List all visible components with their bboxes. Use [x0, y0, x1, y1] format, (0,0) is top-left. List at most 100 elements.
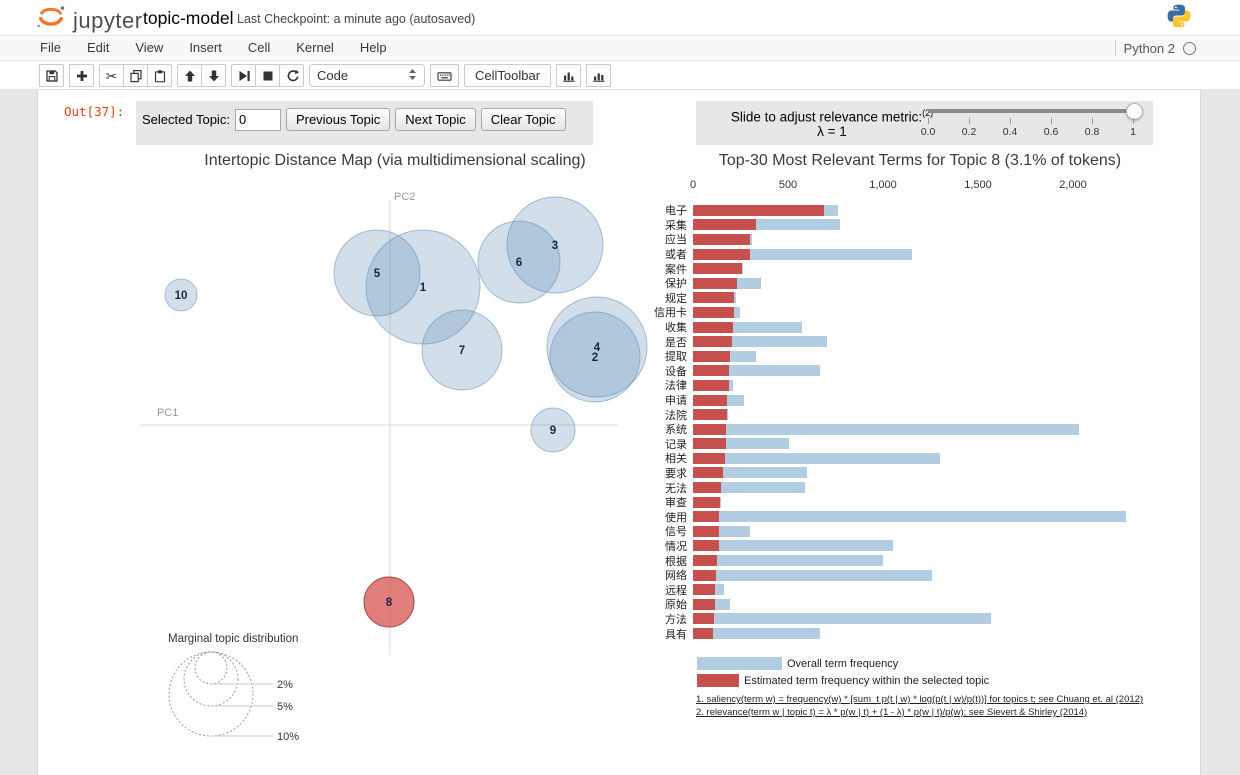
term-label[interactable]: 保护 [640, 275, 693, 291]
term-row[interactable]: 采集 [640, 218, 1160, 233]
cut-cell-button[interactable]: ✂ [99, 64, 124, 87]
celltoolbar-button[interactable]: CellToolbar [464, 64, 551, 87]
topic-frequency-bar[interactable] [693, 263, 742, 274]
nbextension-chart-button-1[interactable] [556, 64, 581, 87]
term-label[interactable]: 具有 [640, 626, 693, 642]
term-label[interactable]: 是否 [640, 334, 693, 350]
next-topic-button[interactable]: Next Topic [395, 108, 475, 131]
previous-topic-button[interactable]: Previous Topic [286, 108, 390, 131]
term-row[interactable]: 法律 [640, 378, 1160, 393]
term-label[interactable]: 信号 [640, 523, 693, 539]
term-label[interactable]: 记录 [640, 436, 693, 452]
topic-frequency-bar[interactable] [693, 219, 756, 230]
term-label[interactable]: 设备 [640, 363, 693, 379]
term-label[interactable]: 使用 [640, 509, 693, 525]
topic-frequency-bar[interactable] [693, 511, 719, 522]
topic-frequency-bar[interactable] [693, 409, 727, 420]
term-row[interactable]: 电子 [640, 203, 1160, 218]
topic-frequency-bar[interactable] [693, 555, 717, 566]
term-row[interactable]: 案件 [640, 261, 1160, 276]
term-label[interactable]: 审查 [640, 494, 693, 510]
topic-bubble-10[interactable] [165, 279, 197, 311]
menu-item-insert[interactable]: Insert [176, 36, 235, 60]
command-palette-button[interactable] [430, 64, 459, 87]
topic-frequency-bar[interactable] [693, 453, 725, 464]
term-row[interactable]: 法院 [640, 407, 1160, 422]
topic-frequency-bar[interactable] [693, 365, 729, 376]
topic-frequency-bar[interactable] [693, 599, 715, 610]
overall-frequency-bar[interactable] [693, 613, 991, 624]
topic-frequency-bar[interactable] [693, 424, 726, 435]
term-row[interactable]: 记录 [640, 437, 1160, 452]
topic-bubble-6[interactable] [478, 221, 560, 303]
insert-cell-below-button[interactable] [69, 64, 94, 87]
overall-frequency-bar[interactable] [693, 555, 883, 566]
term-label[interactable]: 申请 [640, 392, 693, 408]
term-row[interactable]: 情况 [640, 539, 1160, 554]
term-row[interactable]: 收集 [640, 320, 1160, 335]
topic-frequency-bar[interactable] [693, 307, 734, 318]
restart-kernel-button[interactable] [279, 64, 304, 87]
term-label[interactable]: 原始 [640, 596, 693, 612]
topic-bubble-7[interactable] [422, 310, 502, 390]
term-row[interactable]: 相关 [640, 451, 1160, 466]
term-label[interactable]: 法律 [640, 377, 693, 393]
term-label[interactable]: 案件 [640, 261, 693, 277]
term-label[interactable]: 采集 [640, 217, 693, 233]
overall-frequency-bar[interactable] [693, 570, 932, 581]
term-label[interactable]: 远程 [640, 582, 693, 598]
topic-frequency-bar[interactable] [693, 380, 729, 391]
term-row[interactable]: 使用 [640, 509, 1160, 524]
term-label[interactable]: 提取 [640, 348, 693, 364]
term-row[interactable]: 或者 [640, 247, 1160, 262]
nbextension-chart-button-2[interactable] [586, 64, 611, 87]
topic-frequency-bar[interactable] [693, 526, 719, 537]
copy-cell-button[interactable] [123, 64, 148, 87]
overall-frequency-bar[interactable] [693, 540, 893, 551]
term-row[interactable]: 设备 [640, 364, 1160, 379]
topic-frequency-bar[interactable] [693, 336, 732, 347]
term-row[interactable]: 审查 [640, 495, 1160, 510]
topic-bubble-9[interactable] [531, 408, 575, 452]
term-row[interactable]: 根据 [640, 553, 1160, 568]
relevance-slider-track[interactable] [928, 109, 1134, 113]
topic-frequency-bar[interactable] [693, 584, 715, 595]
term-row[interactable]: 是否 [640, 334, 1160, 349]
topic-frequency-bar[interactable] [693, 613, 714, 624]
topic-bubble-8[interactable] [364, 577, 414, 627]
term-row[interactable]: 提取 [640, 349, 1160, 364]
cell-type-select[interactable]: Code [309, 64, 425, 87]
term-label[interactable]: 或者 [640, 246, 693, 262]
menu-item-kernel[interactable]: Kernel [283, 36, 347, 60]
topic-frequency-bar[interactable] [693, 234, 750, 245]
term-label[interactable]: 根据 [640, 553, 693, 569]
term-row[interactable]: 系统 [640, 422, 1160, 437]
term-label[interactable]: 法院 [640, 407, 693, 423]
topic-frequency-bar[interactable] [693, 540, 719, 551]
topic-frequency-bar[interactable] [693, 322, 733, 333]
run-cell-button[interactable] [231, 64, 256, 87]
topic-frequency-bar[interactable] [693, 467, 723, 478]
selected-topic-input[interactable] [235, 109, 281, 131]
term-row[interactable]: 申请 [640, 393, 1160, 408]
term-label[interactable]: 规定 [640, 290, 693, 306]
term-label[interactable]: 方法 [640, 611, 693, 627]
topic-frequency-bar[interactable] [693, 497, 720, 508]
topic-bubble-2[interactable] [550, 312, 640, 402]
clear-topic-button[interactable]: Clear Topic [481, 108, 566, 131]
term-row[interactable]: 方法 [640, 612, 1160, 627]
term-row[interactable]: 网络 [640, 568, 1160, 583]
topic-frequency-bar[interactable] [693, 438, 726, 449]
term-label[interactable]: 收集 [640, 319, 693, 335]
relevance-slider-handle[interactable] [1126, 103, 1143, 120]
overall-frequency-bar[interactable] [693, 511, 1126, 522]
term-row[interactable]: 应当 [640, 232, 1160, 247]
term-row[interactable]: 保护 [640, 276, 1160, 291]
topic-frequency-bar[interactable] [693, 249, 750, 260]
term-label[interactable]: 网络 [640, 567, 693, 583]
topic-frequency-bar[interactable] [693, 395, 727, 406]
term-label[interactable]: 要求 [640, 465, 693, 481]
save-button[interactable] [39, 64, 64, 87]
notebook-title[interactable]: topic-model [143, 8, 233, 29]
term-label[interactable]: 信用卡 [640, 304, 693, 320]
